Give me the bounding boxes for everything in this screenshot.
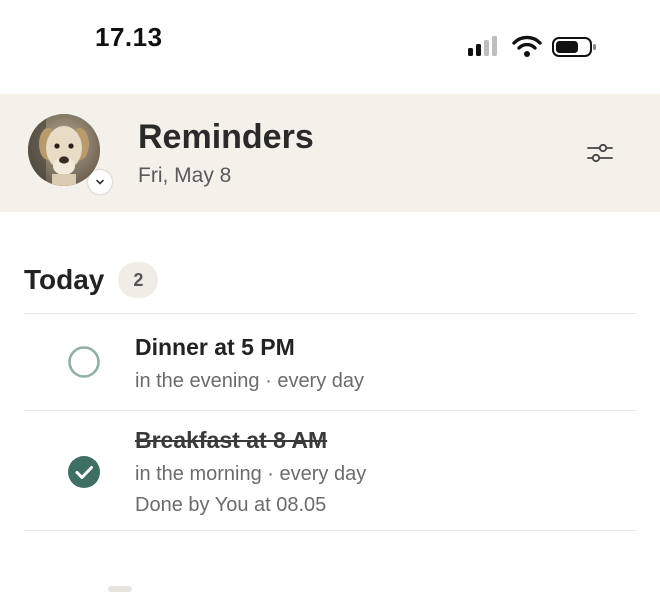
signal-icon	[468, 36, 497, 56]
reminder-title: Breakfast at 8 AM	[135, 427, 328, 453]
header: Reminders Fri, May 8	[0, 94, 660, 212]
reminder-title: Dinner at 5 PM	[135, 334, 295, 360]
section-title: Today	[24, 264, 105, 295]
status-time: 17.13	[95, 22, 163, 52]
battery-icon	[552, 37, 596, 57]
reminder-item[interactable]: Breakfast at 8 AM in the morning · every…	[0, 410, 660, 530]
account-switch-button[interactable]	[88, 170, 112, 194]
checked-circle-icon	[68, 456, 100, 488]
wifi-icon	[512, 35, 542, 57]
unchecked-circle-icon	[68, 346, 100, 378]
reminder-checkbox[interactable]	[67, 455, 101, 489]
reminder-schedule: in the morning · every day	[135, 463, 367, 485]
page-title: Reminders	[138, 118, 314, 156]
reminder-schedule: in the evening · every day	[135, 370, 365, 392]
page-date: Fri, May 8	[138, 164, 232, 187]
reminder-item[interactable]: Dinner at 5 PM in the evening · every da…	[0, 313, 660, 410]
count-badge: 2	[118, 262, 159, 298]
section-header-today: Today 2	[24, 262, 159, 298]
filter-button[interactable]	[580, 136, 620, 170]
divider	[24, 530, 636, 531]
status-icons	[466, 34, 598, 62]
reminder-checkbox[interactable]	[67, 345, 101, 379]
status-bar: 17.13	[0, 0, 660, 94]
chevron-down-icon	[96, 179, 104, 185]
sliders-icon	[587, 143, 613, 163]
reminder-done-by: Done by You at 08.05	[135, 494, 327, 516]
next-section-handle	[108, 586, 132, 592]
